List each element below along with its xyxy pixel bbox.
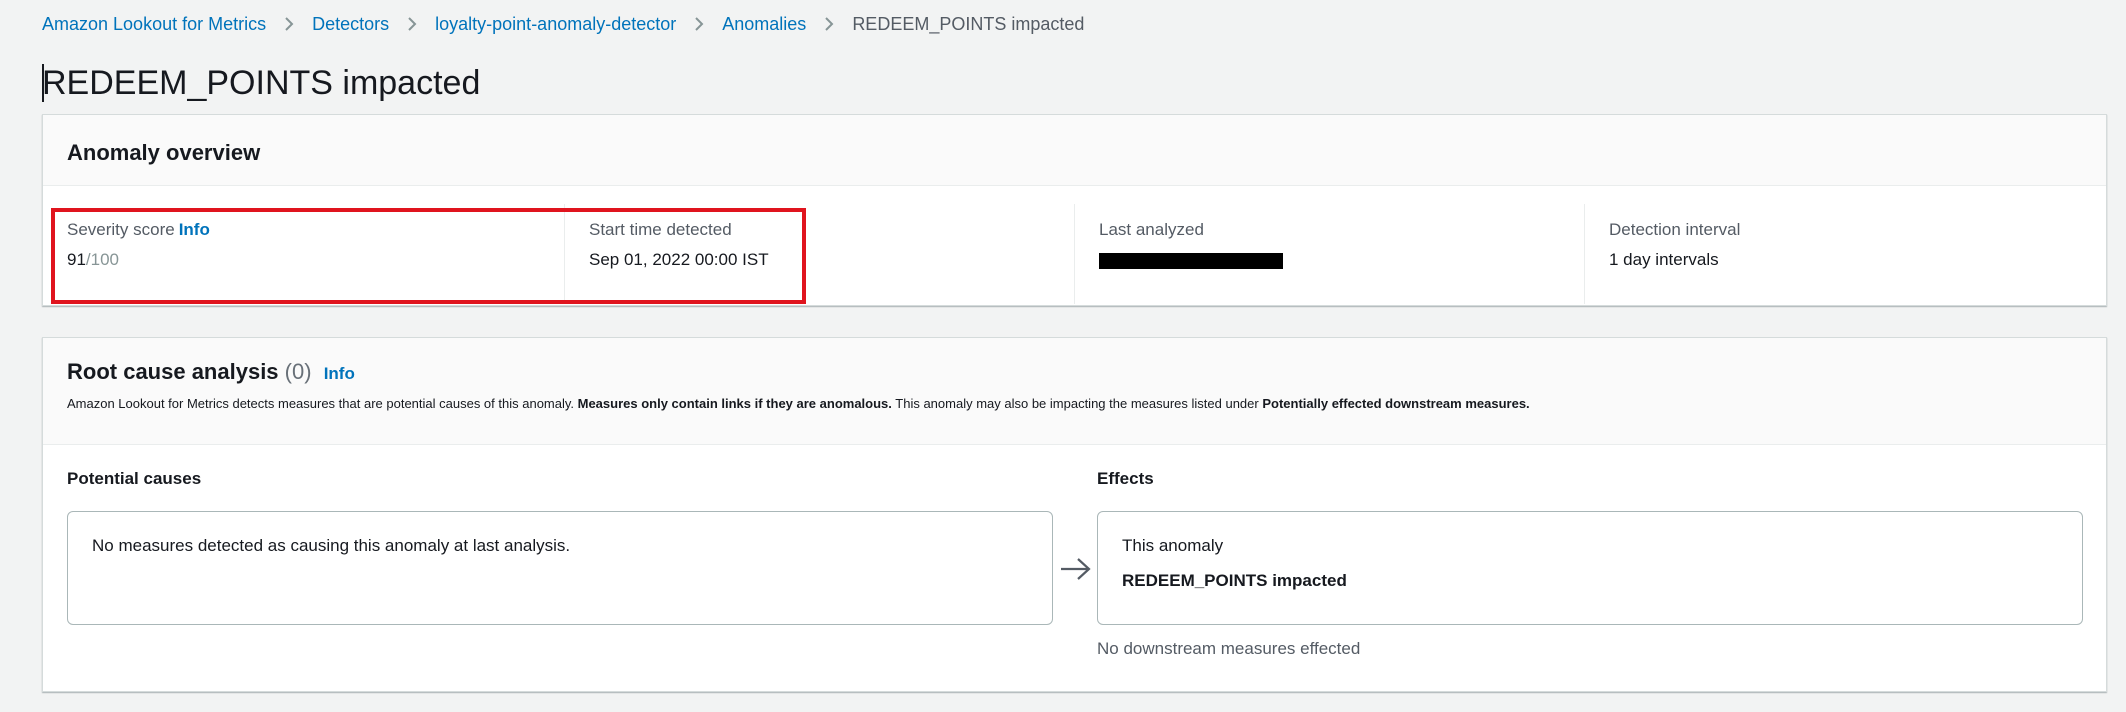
root-cause-title: Root cause analysis (0) Info [67, 359, 355, 384]
chevron-right-icon [694, 16, 704, 32]
anomaly-overview-panel: Anomaly overview Severity score Info 91/1… [42, 114, 2107, 306]
detection-interval-label: Detection interval [1609, 220, 1741, 239]
chevron-right-icon [284, 16, 294, 32]
downstream-note: No downstream measures effected [1097, 639, 1361, 658]
last-analyzed-value [1099, 250, 1283, 270]
start-time-label: Start time detected [589, 220, 732, 239]
severity-score-value: 91/100 [67, 250, 120, 269]
detection-interval-value: 1 day intervals [1609, 250, 1719, 269]
severity-score-label: Severity score Info [67, 220, 210, 239]
effects-title: Effects [1097, 469, 1154, 488]
start-time-value: Sep 01, 2022 00:00 IST [589, 250, 769, 269]
chevron-right-icon [824, 16, 834, 32]
severity-score-field: Severity score Info 91/100 [43, 204, 553, 304]
root-cause-description: Amazon Lookout for Metrics detects measu… [67, 396, 1530, 411]
arrow-right-icon [1059, 556, 1093, 587]
last-analyzed-label: Last analyzed [1099, 220, 1204, 239]
start-time-field: Start time detected Sep 01, 2022 00:00 I… [564, 204, 1074, 304]
last-analyzed-field: Last analyzed [1074, 204, 1584, 304]
root-cause-panel: Root cause analysis (0) Info Amazon Look… [42, 337, 2107, 692]
anomaly-overview-title: Anomaly overview [67, 140, 261, 165]
chevron-right-icon [407, 16, 417, 32]
effects-box: This anomaly REDEEM_POINTS impacted [1097, 511, 2083, 625]
potential-causes-empty-text: No measures detected as causing this ano… [92, 536, 571, 555]
detection-interval-field: Detection interval 1 day intervals [1584, 204, 2094, 304]
root-cause-count: (0) [284, 359, 312, 384]
breadcrumb-detector-name[interactable]: loyalty-point-anomaly-detector [435, 14, 676, 34]
potential-causes-box: No measures detected as causing this ano… [67, 511, 1053, 625]
anomaly-overview-header: Anomaly overview [43, 115, 2106, 186]
root-cause-header: Root cause analysis (0) Info Amazon Look… [43, 338, 2106, 445]
breadcrumb-lookout-for-metrics[interactable]: Amazon Lookout for Metrics [42, 14, 266, 34]
potential-causes-title: Potential causes [67, 469, 202, 488]
overview-key-values: Severity score Info 91/100 Start time det… [43, 186, 2106, 306]
breadcrumb-current: REDEEM_POINTS impacted [852, 14, 1085, 34]
severity-info-link[interactable]: Info [179, 220, 210, 239]
breadcrumb: Amazon Lookout for Metrics Detectors loy… [42, 14, 1084, 34]
breadcrumb-anomalies[interactable]: Anomalies [722, 14, 806, 34]
effects-label: This anomaly [1122, 536, 1224, 555]
page-title: REDEEM_POINTS impacted [42, 64, 481, 102]
breadcrumb-detectors[interactable]: Detectors [312, 14, 389, 34]
redaction-bar [1099, 252, 1283, 269]
effects-value: REDEEM_POINTS impacted [1122, 571, 1347, 590]
root-cause-info-link[interactable]: Info [324, 364, 355, 383]
